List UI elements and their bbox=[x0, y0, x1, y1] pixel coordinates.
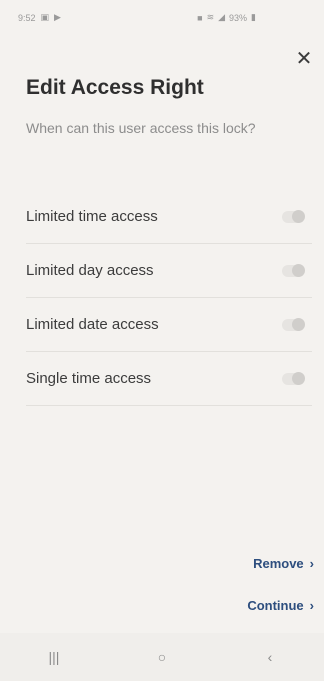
battery-level: 93% bbox=[229, 12, 248, 23]
option-label: Limited date access bbox=[26, 316, 159, 333]
remove-label: Remove bbox=[253, 556, 304, 571]
remove-button[interactable]: Remove › bbox=[253, 556, 314, 571]
dialog-subtitle: When can this user access this lock? bbox=[26, 120, 256, 136]
back-button[interactable]: ‹ bbox=[240, 649, 300, 665]
limited-time-toggle[interactable] bbox=[282, 209, 305, 223]
home-button[interactable]: ○ bbox=[132, 649, 192, 665]
battery-icon: ▮ bbox=[251, 12, 256, 22]
status-bar: 9:52 ▣ ▶ ■ ≋ ◢ 93% ▮ bbox=[0, 0, 324, 30]
continue-button[interactable]: Continue › bbox=[247, 598, 314, 613]
status-time: 9:52 bbox=[18, 12, 36, 23]
continue-label: Continue bbox=[247, 598, 304, 613]
option-limited-day[interactable]: Limited day access bbox=[26, 244, 312, 298]
option-label: Single time access bbox=[26, 370, 152, 387]
option-limited-time[interactable]: Limited time access bbox=[26, 190, 312, 244]
limited-date-toggle[interactable] bbox=[282, 317, 305, 331]
wifi-icon: ≋ bbox=[206, 12, 215, 22]
chevron-right-icon: › bbox=[309, 556, 314, 571]
system-nav-bar: ||| ○ ‹ bbox=[0, 633, 324, 681]
close-icon: ✕ bbox=[295, 47, 313, 70]
gallery-icon: ▣ bbox=[40, 12, 50, 22]
access-options-list: Limited time access Limited day access L… bbox=[26, 190, 312, 406]
dialog-title: Edit Access Right bbox=[26, 76, 204, 99]
play-icon: ▶ bbox=[54, 12, 61, 22]
chevron-right-icon: › bbox=[309, 598, 314, 613]
option-limited-date[interactable]: Limited date access bbox=[26, 298, 312, 352]
single-time-toggle[interactable] bbox=[282, 371, 305, 385]
option-single-time[interactable]: Single time access bbox=[26, 352, 312, 406]
option-label: Limited time access bbox=[26, 208, 158, 225]
limited-day-toggle[interactable] bbox=[282, 263, 305, 277]
option-label: Limited day access bbox=[26, 262, 154, 279]
notification-icon: ■ bbox=[197, 12, 203, 23]
recents-button[interactable]: ||| bbox=[24, 649, 84, 665]
signal-icon: ◢ bbox=[218, 12, 226, 22]
close-button[interactable]: ✕ bbox=[292, 46, 316, 70]
